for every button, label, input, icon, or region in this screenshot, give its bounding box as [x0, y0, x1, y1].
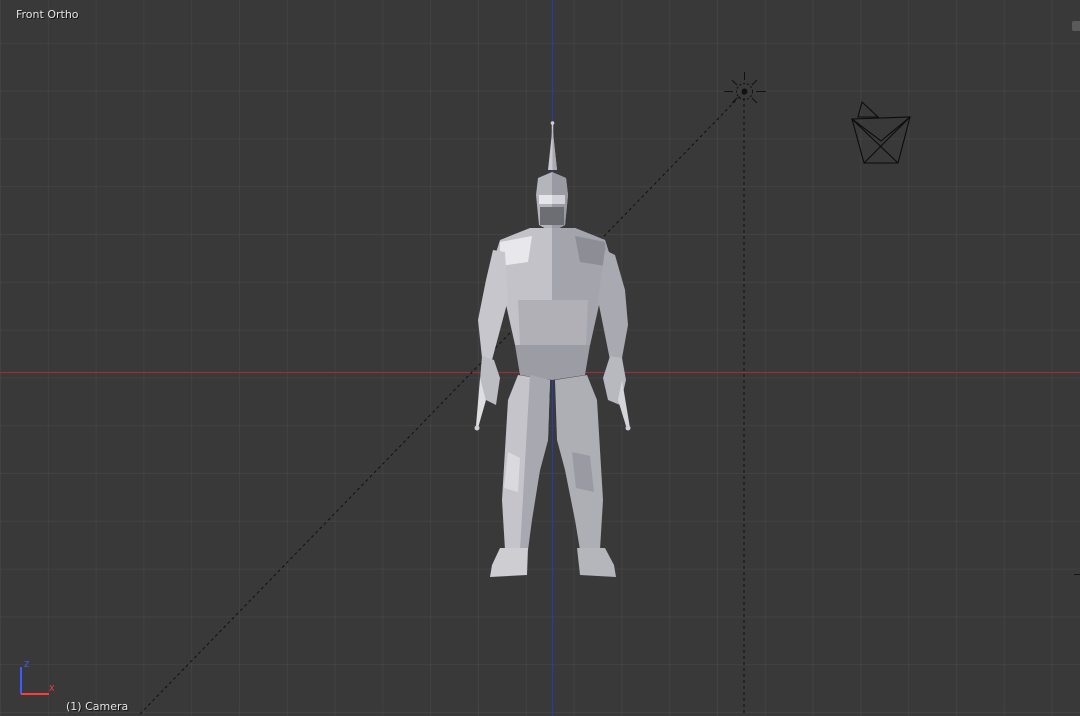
- lamp-direction-line: [137, 91, 745, 716]
- camera-icon[interactable]: [851, 100, 911, 164]
- view-name-label: Front Ortho: [16, 8, 79, 21]
- gizmo-z-label: Z: [24, 660, 30, 669]
- scene-canvas[interactable]: Z X: [0, 0, 1080, 716]
- region-toggle-widget[interactable]: [1072, 21, 1080, 31]
- edge-tick: [1074, 574, 1080, 575]
- axis-gizmo: Z X: [20, 660, 55, 695]
- active-object-label: (1) Camera: [66, 700, 129, 713]
- 3d-viewport[interactable]: Z X Front Ortho (1) Camera: [0, 0, 1080, 716]
- gizmo-x-label: X: [49, 684, 55, 693]
- lamp-icon[interactable]: [724, 72, 766, 104]
